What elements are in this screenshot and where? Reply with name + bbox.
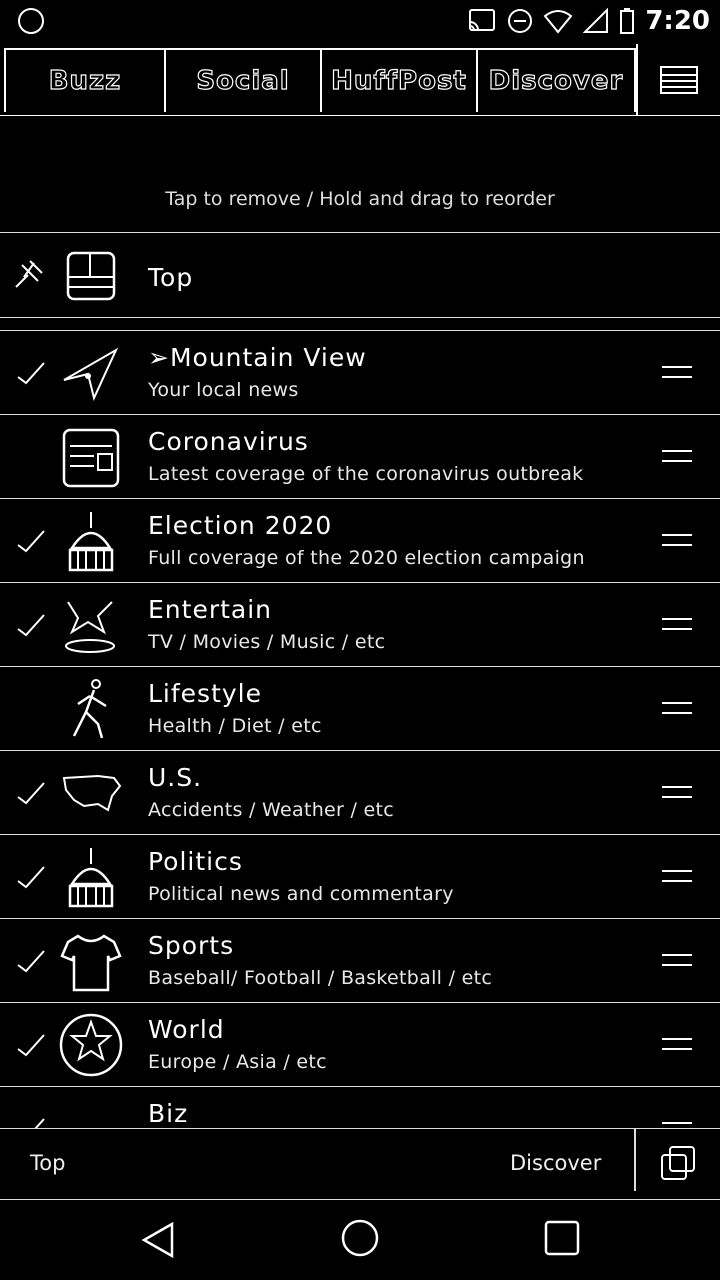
- topic-subtitle: Europe / Asia / etc: [148, 1051, 327, 1073]
- topic-title: Politics: [148, 847, 243, 876]
- pinned-row-top[interactable]: Top: [0, 232, 720, 318]
- drag-handle-icon[interactable]: [662, 1036, 692, 1052]
- topic-title: World: [148, 1015, 225, 1044]
- topic-row[interactable]: ➢Mountain View Your local news: [0, 330, 720, 414]
- clock: 7:20: [645, 6, 710, 36]
- tab-bar: Buzz Social HuffPost Discover: [0, 44, 720, 116]
- topic-row[interactable]: Entertain TV / Movies / Music / etc: [0, 582, 720, 666]
- bottom-label-top[interactable]: Top: [30, 1151, 65, 1175]
- checkmark-icon: [34, 1118, 45, 1128]
- topic-subtitle: Accidents / Weather / etc: [148, 799, 395, 821]
- pin-icon: [15, 260, 43, 288]
- topic-title: Election 2020: [148, 511, 333, 540]
- topic-subtitle: Full coverage of the 2020 election campa…: [148, 547, 585, 569]
- system-nav-bar: [0, 1200, 720, 1280]
- copy-windows-icon[interactable]: [660, 1145, 696, 1181]
- back-icon[interactable]: [140, 1220, 176, 1260]
- checkmark-icon: [17, 614, 45, 637]
- capitol-building-icon: [68, 512, 114, 572]
- topic-title: Entertain: [148, 595, 273, 624]
- topic-row[interactable]: Politics Political news and commentary: [0, 834, 720, 918]
- tab-discover[interactable]: Discover: [476, 48, 636, 112]
- topic-subtitle: Health / Diet / etc: [148, 715, 322, 737]
- topic-subtitle: Political news and commentary: [148, 883, 454, 905]
- capitol-building-icon: [68, 848, 114, 908]
- topic-row[interactable]: Lifestyle Health / Diet / etc: [0, 666, 720, 750]
- topic-subtitle: Your local news: [148, 379, 299, 401]
- entertainment-icon: [65, 601, 115, 653]
- topic-row[interactable]: Election 2020 Full coverage of the 2020 e…: [0, 498, 720, 582]
- signal-icon: [583, 8, 609, 33]
- bottom-label-discover[interactable]: Discover: [510, 1151, 601, 1175]
- topic-subtitle: Latest coverage of the coronavirus outbr…: [148, 463, 584, 485]
- drag-handle-icon[interactable]: [662, 532, 692, 548]
- news-document-icon: [62, 428, 120, 488]
- battery-icon: [620, 8, 635, 34]
- drag-handle-icon[interactable]: [662, 1120, 692, 1128]
- checkmark-icon: [17, 950, 45, 973]
- us-map-icon: [62, 774, 122, 812]
- topic-title: ➢Mountain View: [148, 343, 367, 372]
- drag-handle-icon[interactable]: [662, 868, 692, 884]
- drag-handle-icon[interactable]: [662, 700, 692, 716]
- divider: [634, 1129, 636, 1191]
- home-icon[interactable]: [340, 1218, 380, 1258]
- topic-title: Lifestyle: [148, 679, 263, 708]
- location-arrow-icon: [63, 347, 119, 402]
- runner-icon: [72, 679, 107, 739]
- topic-title: Coronavirus: [148, 427, 309, 456]
- drag-handle-icon[interactable]: [662, 952, 692, 968]
- tab-huffpost[interactable]: HuffPost: [320, 48, 478, 112]
- newspaper-icon: [66, 251, 116, 301]
- tab-menu-button[interactable]: [636, 44, 720, 116]
- business-icon: [58, 1096, 124, 1128]
- topic-title: Biz: [148, 1099, 189, 1128]
- checkmark-icon: [17, 530, 45, 553]
- globe-icon: [59, 1013, 123, 1077]
- drag-handle-icon[interactable]: [662, 364, 692, 380]
- checkmark-icon: [17, 1034, 45, 1057]
- topic-row[interactable]: World Europe / Asia / etc: [0, 1002, 720, 1086]
- topic-row[interactable]: Coronavirus Latest coverage of the corona…: [0, 414, 720, 498]
- topic-subtitle: TV / Movies / Music / etc: [148, 631, 386, 653]
- status-icons: 7:20: [467, 6, 710, 36]
- recents-icon[interactable]: [544, 1220, 580, 1256]
- topic-title: Sports: [148, 931, 235, 960]
- drag-handle-icon[interactable]: [662, 616, 692, 632]
- checkmark-icon: [17, 782, 45, 805]
- topic-row[interactable]: Sports Baseball/ Football / Basketball / …: [0, 918, 720, 1002]
- topic-row[interactable]: U.S. Accidents / Weather / etc: [0, 750, 720, 834]
- tab-social[interactable]: Social: [164, 48, 322, 112]
- bottom-tab-preview: Top Discover: [0, 1128, 720, 1200]
- drag-handle-icon[interactable]: [662, 448, 692, 464]
- checkmark-icon: [17, 866, 45, 889]
- pinned-title: Top: [148, 263, 194, 292]
- sports-jersey-icon: [60, 934, 122, 992]
- list-menu-icon: [660, 66, 698, 94]
- status-bar: 7:20: [0, 0, 720, 44]
- reorder-hint: Tap to remove / Hold and drag to reorder: [165, 188, 555, 210]
- cast-icon: [469, 9, 496, 31]
- notification-dot-icon: [18, 8, 44, 34]
- do-not-disturb-icon: [508, 9, 533, 33]
- topic-title: U.S.: [148, 763, 203, 792]
- drag-handle-icon[interactable]: [662, 784, 692, 800]
- topic-row[interactable]: Biz: [0, 1086, 720, 1128]
- topic-subtitle: Baseball/ Football / Basketball / etc: [148, 967, 493, 989]
- wifi-icon: [543, 10, 573, 34]
- checkmark-icon: [17, 362, 45, 385]
- tab-buzz[interactable]: Buzz: [4, 48, 166, 112]
